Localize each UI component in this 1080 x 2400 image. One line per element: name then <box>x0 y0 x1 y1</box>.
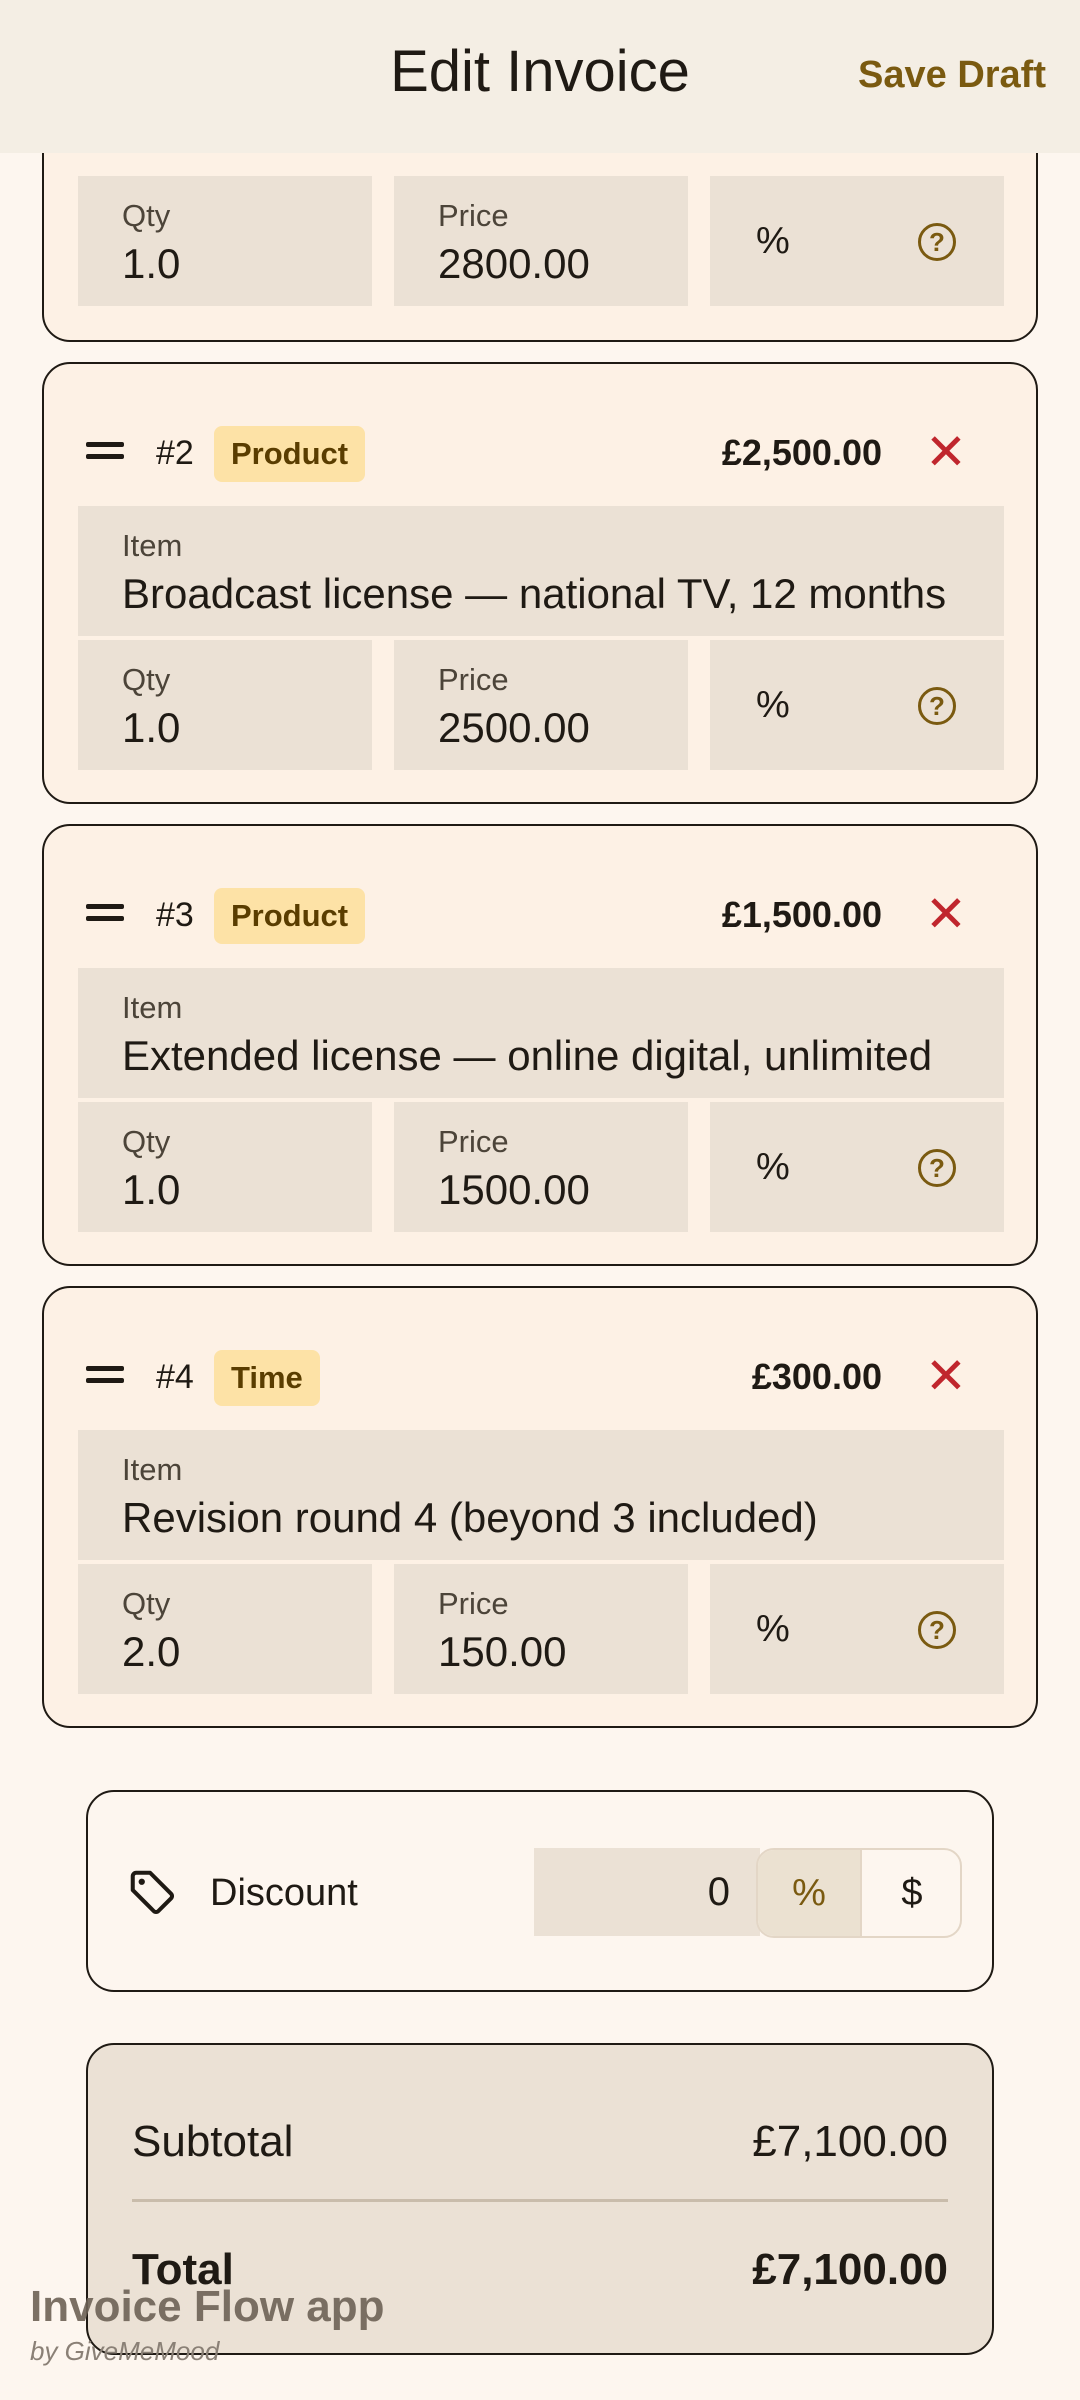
save-draft-button[interactable]: Save Draft <box>858 54 1046 97</box>
line-item-card-2: #2 Product £2,500.00 ✕ Item Broadcast li… <box>42 362 1038 804</box>
qty-field[interactable]: Qty 1.0 <box>78 640 372 770</box>
item-type-badge: Time <box>214 1350 320 1406</box>
drag-handle-icon[interactable] <box>86 442 124 464</box>
line-item-card-4: #4 Time £300.00 ✕ Item Revision round 4 … <box>42 1286 1038 1728</box>
price-value: 1500.00 <box>438 1166 590 1213</box>
line-item-header: #4 Time £300.00 ✕ <box>44 1350 1036 1406</box>
item-amount: £1,500.00 <box>721 894 882 935</box>
drag-handle-icon[interactable] <box>86 904 124 926</box>
item-description: Revision round 4 (beyond 3 included) <box>122 1494 818 1541</box>
close-icon[interactable]: ✕ <box>924 889 968 939</box>
price-field[interactable]: Price 2500.00 <box>394 640 688 770</box>
price-label: Price <box>438 198 509 233</box>
line-item-header: #3 Product £1,500.00 ✕ <box>44 888 1036 944</box>
item-description-field[interactable]: Item Extended license — online digital, … <box>78 968 1004 1098</box>
subtotal-value: £7,100.00 <box>752 2117 948 2166</box>
price-value: 2500.00 <box>438 704 590 751</box>
drag-handle-icon[interactable] <box>86 1366 124 1388</box>
qty-value: 1.0 <box>122 704 181 751</box>
discount-label: Discount <box>210 1872 358 1914</box>
close-icon[interactable]: ✕ <box>924 427 968 477</box>
item-number: #4 <box>156 1358 194 1396</box>
qty-label: Qty <box>122 662 171 697</box>
qty-field[interactable]: Qty 1.0 <box>78 1102 372 1232</box>
discount-input[interactable]: 0 <box>534 1848 760 1936</box>
item-number: #2 <box>156 434 194 472</box>
price-field[interactable]: Price 2800.00 <box>394 176 688 306</box>
divider <box>132 2199 948 2202</box>
qty-value: 1.0 <box>122 1166 181 1213</box>
price-field[interactable]: Price 150.00 <box>394 1564 688 1694</box>
price-value: 150.00 <box>438 1628 567 1675</box>
price-label: Price <box>438 662 509 697</box>
watermark: Invoice Flow app by GiveMeMood <box>30 2282 385 2367</box>
percent-label: % <box>756 220 790 262</box>
item-description: Broadcast license — national TV, 12 mont… <box>122 570 947 617</box>
qty-value: 2.0 <box>122 1628 181 1675</box>
qty-label: Qty <box>122 198 171 233</box>
help-icon[interactable]: ? <box>918 687 956 725</box>
item-number: #3 <box>156 896 194 934</box>
help-icon[interactable]: ? <box>918 1611 956 1649</box>
item-label: Item <box>122 528 183 563</box>
top-app-bar: Edit Invoice Save Draft <box>0 0 1080 153</box>
tag-icon <box>130 1870 175 1915</box>
discount-percent-field[interactable]: % ? <box>710 1102 1004 1232</box>
discount-card: Discount 0 % $ <box>86 1790 994 1992</box>
item-amount: £300.00 <box>751 1356 882 1397</box>
line-item-header: #2 Product £2,500.00 ✕ <box>44 426 1036 482</box>
discount-percent-field[interactable]: % ? <box>710 1564 1004 1694</box>
subtotal-label: Subtotal <box>132 2117 294 2166</box>
discount-percent-field[interactable]: % ? <box>710 176 1004 306</box>
amount-option[interactable]: $ <box>860 1850 960 1936</box>
qty-value: 1.0 <box>122 240 181 287</box>
help-icon[interactable]: ? <box>918 1149 956 1187</box>
close-icon[interactable]: ✕ <box>924 1351 968 1401</box>
item-description-field[interactable]: Item Revision round 4 (beyond 3 included… <box>78 1430 1004 1560</box>
price-value: 2800.00 <box>438 240 590 287</box>
line-item-card-3: #3 Product £1,500.00 ✕ Item Extended lic… <box>42 824 1038 1266</box>
watermark-byline: by GiveMeMood <box>30 2336 220 2366</box>
percent-label: % <box>756 684 790 726</box>
price-label: Price <box>438 1586 509 1621</box>
percent-label: % <box>756 1608 790 1650</box>
price-field[interactable]: Price 1500.00 <box>394 1102 688 1232</box>
item-label: Item <box>122 990 183 1025</box>
item-type-badge: Product <box>214 888 366 944</box>
qty-label: Qty <box>122 1586 171 1621</box>
item-type-badge: Product <box>214 426 366 482</box>
qty-field[interactable]: Qty 2.0 <box>78 1564 372 1694</box>
total-value: £7,100.00 <box>752 2245 948 2294</box>
discount-type-toggle: % $ <box>756 1848 962 1938</box>
item-amount: £2,500.00 <box>721 432 882 473</box>
watermark-brand: Invoice Flow app <box>30 2282 385 2331</box>
price-label: Price <box>438 1124 509 1159</box>
item-label: Item <box>122 1452 183 1487</box>
discount-percent-field[interactable]: % ? <box>710 640 1004 770</box>
help-icon[interactable]: ? <box>918 223 956 261</box>
item-description-field[interactable]: Item Broadcast license — national TV, 12… <box>78 506 1004 636</box>
qty-field[interactable]: Qty 1.0 <box>78 176 372 306</box>
qty-label: Qty <box>122 1124 171 1159</box>
item-description: Extended license — online digital, unlim… <box>122 1032 933 1079</box>
percent-label: % <box>756 1146 790 1188</box>
percent-option[interactable]: % <box>758 1850 860 1936</box>
